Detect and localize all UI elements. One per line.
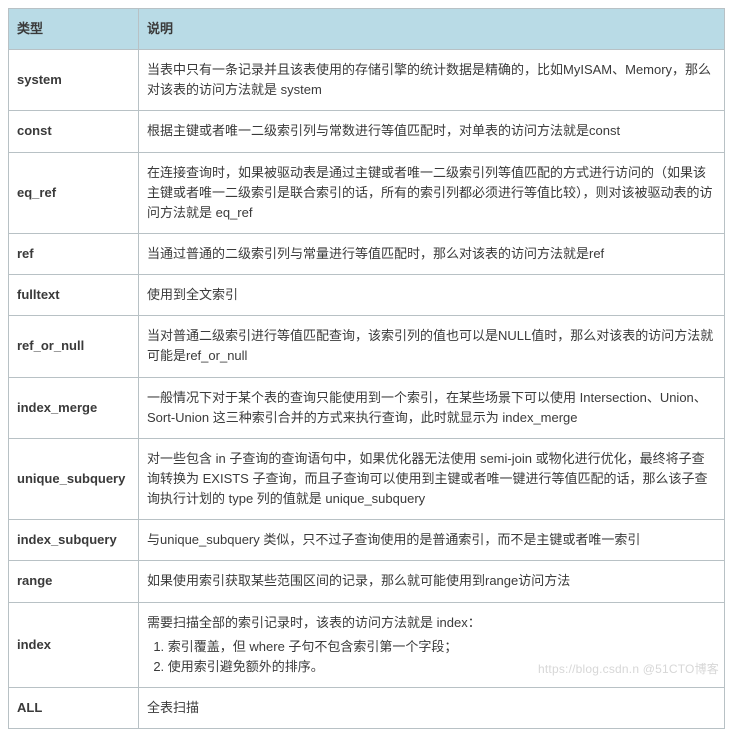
type-cell: fulltext	[9, 275, 139, 316]
table-header-row: 类型 说明	[9, 9, 725, 50]
type-cell: ref_or_null	[9, 316, 139, 377]
desc-cell: 如果使用索引获取某些范围区间的记录，那么就可能使用到range访问方法	[139, 561, 725, 602]
desc-cell: 对一些包含 in 子查询的查询语句中，如果优化器无法使用 semi-join 或…	[139, 438, 725, 519]
type-cell: eq_ref	[9, 152, 139, 233]
table-row: range 如果使用索引获取某些范围区间的记录，那么就可能使用到range访问方…	[9, 561, 725, 602]
desc-cell: 根据主键或者唯一二级索引列与常数进行等值匹配时，对单表的访问方法就是const	[139, 111, 725, 152]
type-cell: const	[9, 111, 139, 152]
desc-cell: 在连接查询时，如果被驱动表是通过主键或者唯一二级索引列等值匹配的方式进行访问的（…	[139, 152, 725, 233]
type-cell: index	[9, 602, 139, 687]
desc-cell: 当通过普通的二级索引列与常量进行等值匹配时，那么对该表的访问方法就是ref	[139, 233, 725, 274]
desc-cell: 使用到全文索引	[139, 275, 725, 316]
desc-cell: 与unique_subquery 类似，只不过子查询使用的是普通索引，而不是主键…	[139, 520, 725, 561]
desc-cell: 全表扫描	[139, 687, 725, 728]
index-list-item: 使用索引避免额外的排序。	[168, 657, 716, 677]
table-row: system 当表中只有一条记录并且该表使用的存储引擎的统计数据是精确的，比如M…	[9, 50, 725, 111]
desc-cell: 当表中只有一条记录并且该表使用的存储引擎的统计数据是精确的，比如MyISAM、M…	[139, 50, 725, 111]
type-cell: index_merge	[9, 377, 139, 438]
type-cell: ALL	[9, 687, 139, 728]
type-cell: system	[9, 50, 139, 111]
type-cell: range	[9, 561, 139, 602]
desc-cell: 一般情况下对于某个表的查询只能使用到一个索引，在某些场景下可以使用 Inters…	[139, 377, 725, 438]
index-list-item: 索引覆盖，但 where 子句不包含索引第一个字段；	[168, 637, 716, 657]
table-row: ref_or_null 当对普通二级索引进行等值匹配查询，该索引列的值也可以是N…	[9, 316, 725, 377]
table-row: ALL 全表扫描	[9, 687, 725, 728]
table-row: index_merge 一般情况下对于某个表的查询只能使用到一个索引，在某些场景…	[9, 377, 725, 438]
type-cell: ref	[9, 233, 139, 274]
table-row-index: index 需要扫描全部的索引记录时，该表的访问方法就是 index： 索引覆盖…	[9, 602, 725, 687]
header-type: 类型	[9, 9, 139, 50]
type-cell: unique_subquery	[9, 438, 139, 519]
table-row: const 根据主键或者唯一二级索引列与常数进行等值匹配时，对单表的访问方法就是…	[9, 111, 725, 152]
table-row: eq_ref 在连接查询时，如果被驱动表是通过主键或者唯一二级索引列等值匹配的方…	[9, 152, 725, 233]
table-row: index_subquery 与unique_subquery 类似，只不过子查…	[9, 520, 725, 561]
table-row: unique_subquery 对一些包含 in 子查询的查询语句中，如果优化器…	[9, 438, 725, 519]
index-list: 索引覆盖，但 where 子句不包含索引第一个字段； 使用索引避免额外的排序。	[168, 637, 716, 677]
type-cell: index_subquery	[9, 520, 139, 561]
table-row: fulltext 使用到全文索引	[9, 275, 725, 316]
index-intro: 需要扫描全部的索引记录时，该表的访问方法就是 index：	[147, 615, 481, 630]
access-method-table: 类型 说明 system 当表中只有一条记录并且该表使用的存储引擎的统计数据是精…	[8, 8, 725, 729]
desc-cell: 当对普通二级索引进行等值匹配查询，该索引列的值也可以是NULL值时，那么对该表的…	[139, 316, 725, 377]
header-desc: 说明	[139, 9, 725, 50]
table-row: ref 当通过普通的二级索引列与常量进行等值匹配时，那么对该表的访问方法就是re…	[9, 233, 725, 274]
desc-cell-index: 需要扫描全部的索引记录时，该表的访问方法就是 index： 索引覆盖，但 whe…	[139, 602, 725, 687]
